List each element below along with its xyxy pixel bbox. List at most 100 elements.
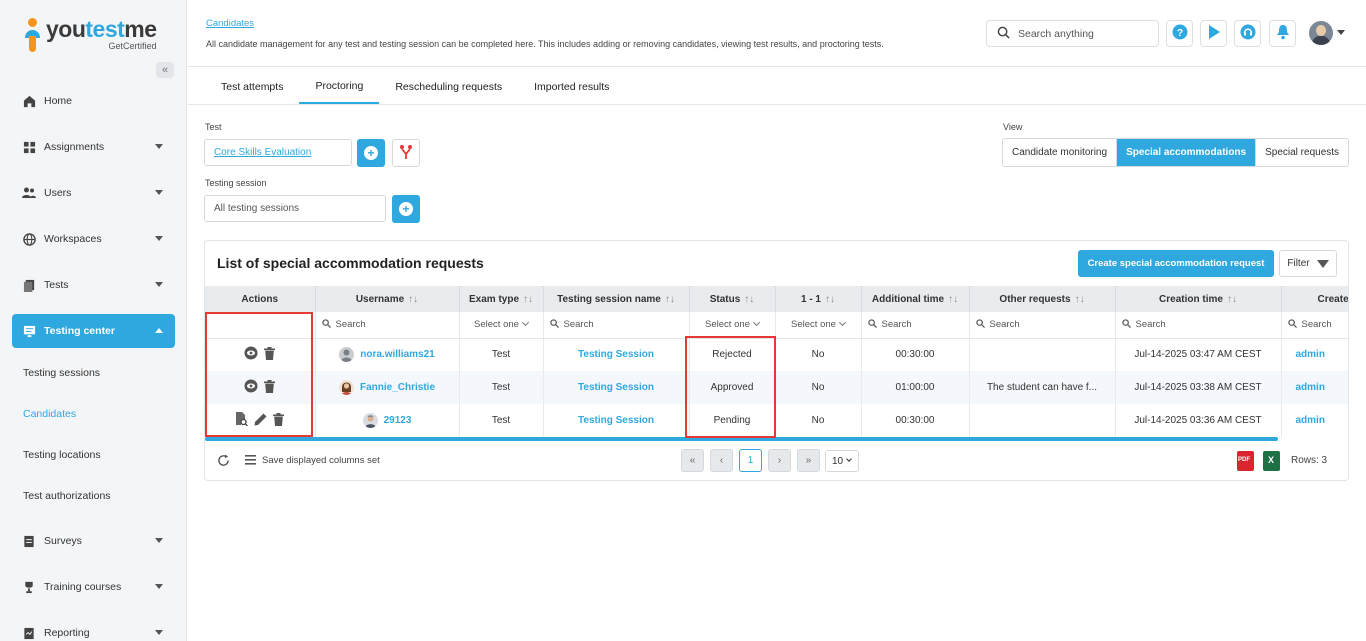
created-by-link[interactable]: admin [1296,382,1325,393]
refresh-icon[interactable] [217,454,230,470]
next-page-button[interactable]: › [768,449,791,472]
sort-icon[interactable]: ↑↓ [744,294,754,305]
branch-icon [399,144,413,163]
session-link[interactable]: Testing Session [578,349,654,360]
col-status[interactable]: Status ↑↓ [689,286,776,312]
view-special-requests[interactable]: Special requests [1256,139,1348,166]
filter-additional-time-input[interactable]: Search [861,312,970,339]
eye-icon[interactable] [244,379,258,396]
trash-icon[interactable] [264,379,276,396]
trash-icon[interactable] [264,346,276,363]
username-link[interactable]: nora.williams21 [360,349,434,360]
eye-icon[interactable] [244,346,258,363]
sidebar-item-workspaces[interactable]: Workspaces [12,222,175,256]
col-exam-type[interactable]: Exam type ↑↓ [459,286,544,312]
filter-status-select[interactable]: Select one [689,312,776,339]
tab-imported-results[interactable]: Imported results [518,70,625,104]
table-row: nora.williams21 Test Testing Session Rej… [205,338,1348,371]
collapse-sidebar-button[interactable]: « [156,62,174,78]
col-created-by[interactable]: Create [1281,286,1348,312]
created-by-link[interactable]: admin [1296,415,1325,426]
logo[interactable]: youtestme GetCertified [24,18,157,52]
filter-creation-time-input[interactable]: Search [1115,312,1282,339]
sidebar-item-reporting[interactable]: Reporting [12,616,175,641]
username-link[interactable]: 29123 [384,415,412,426]
page-size-select[interactable]: 10 [825,450,859,472]
tab-test-attempts[interactable]: Test attempts [205,70,299,104]
prev-page-button[interactable]: ‹ [710,449,733,472]
col-other-requests[interactable]: Other requests ↑↓ [969,286,1116,312]
notifications-button[interactable] [1269,20,1296,47]
sidebar-item-training-courses[interactable]: Training courses [12,570,175,604]
filter-session-input[interactable]: Search [543,312,690,339]
tabs-bar: Test attempts Proctoring Rescheduling re… [205,70,625,104]
sidebar-item-tests[interactable]: Tests [12,268,175,302]
export-pdf-icon[interactable]: PDF [1237,451,1254,471]
last-page-button[interactable]: » [797,449,820,472]
filter-username-input[interactable]: Search [315,312,460,339]
test-value[interactable]: Core Skills Evaluation [214,147,311,158]
add-testing-session-button[interactable]: + [392,195,420,223]
page-1-button[interactable]: 1 [739,449,762,472]
view-candidate-monitoring[interactable]: Candidate monitoring [1003,139,1118,166]
pencil-icon[interactable] [254,413,267,429]
sidebar-item-testing-center[interactable]: Testing center [12,314,175,348]
export-excel-icon[interactable]: X [1263,451,1280,471]
created-by-link[interactable]: admin [1296,349,1325,360]
filter-button[interactable]: Filter [1279,250,1337,277]
sort-icon[interactable]: ↑↓ [1227,294,1237,305]
review-document-icon[interactable] [235,412,249,429]
horizontal-scrollbar[interactable] [205,437,1278,441]
sidebar-subitem-test-authorizations[interactable]: Test authorizations [23,490,111,502]
filter-created-by-input[interactable]: Search [1281,312,1348,339]
tab-proctoring[interactable]: Proctoring [299,70,380,104]
columns-list-icon[interactable] [245,455,256,468]
tab-rescheduling-requests[interactable]: Rescheduling requests [379,70,518,104]
first-page-button[interactable]: « [681,449,704,472]
plus-icon: + [364,146,378,160]
trash-icon[interactable] [273,412,285,429]
sort-icon[interactable]: ↑↓ [948,294,958,305]
sort-icon[interactable]: ↑↓ [1075,294,1085,305]
avatar [362,413,378,428]
add-test-button[interactable]: + [357,139,385,167]
session-link[interactable]: Testing Session [578,415,654,426]
status-cell: Rejected [689,338,776,371]
support-button[interactable] [1234,20,1261,47]
sidebar-subitem-testing-locations[interactable]: Testing locations [23,449,101,461]
chevron-down-icon[interactable] [1337,30,1345,35]
sidebar-item-surveys[interactable]: Surveys [12,524,175,558]
save-columns-set-button[interactable]: Save displayed columns set [262,455,380,466]
branch-button[interactable] [392,139,420,167]
sort-icon[interactable]: ↑↓ [825,294,835,305]
filter-exam-type-select[interactable]: Select one [459,312,544,339]
col-creation-time[interactable]: Creation time ↑↓ [1115,286,1282,312]
play-tutorial-button[interactable] [1200,20,1227,47]
svg-text:?: ? [1176,28,1182,39]
breadcrumb[interactable]: Candidates [206,18,254,29]
test-select[interactable]: Core Skills Evaluation [204,139,352,166]
view-special-accommodations[interactable]: Special accommodations [1117,139,1257,166]
col-username[interactable]: Username ↑↓ [315,286,460,312]
create-request-button[interactable]: Create special accommodation request [1078,250,1274,277]
sort-icon[interactable]: ↑↓ [665,294,675,305]
sidebar-item-assignments[interactable]: Assignments [12,130,175,164]
sidebar-subitem-testing-sessions[interactable]: Testing sessions [23,367,100,379]
sort-icon[interactable]: ↑↓ [408,294,418,305]
col-testing-session-name[interactable]: Testing session name ↑↓ [543,286,690,312]
filter-one-on-one-select[interactable]: Select one [775,312,862,339]
sidebar-subitem-candidates[interactable]: Candidates [23,408,76,420]
sort-icon[interactable]: ↑↓ [523,294,533,305]
help-button[interactable]: ? [1166,20,1193,47]
username-link[interactable]: Fannie_Christie [360,382,435,393]
filter-other-requests-input[interactable]: Search [969,312,1116,339]
col-one-on-one[interactable]: 1 - 1 ↑↓ [775,286,862,312]
testing-session-label: Testing session [205,178,267,188]
session-link[interactable]: Testing Session [578,382,654,393]
global-search-input[interactable]: Search anything [986,20,1159,47]
testing-session-select[interactable]: All testing sessions [204,195,386,222]
col-additional-time[interactable]: Additional time ↑↓ [861,286,970,312]
user-avatar[interactable] [1309,21,1333,45]
sidebar-item-home[interactable]: Home [12,84,175,118]
sidebar-item-users[interactable]: Users [12,176,175,210]
